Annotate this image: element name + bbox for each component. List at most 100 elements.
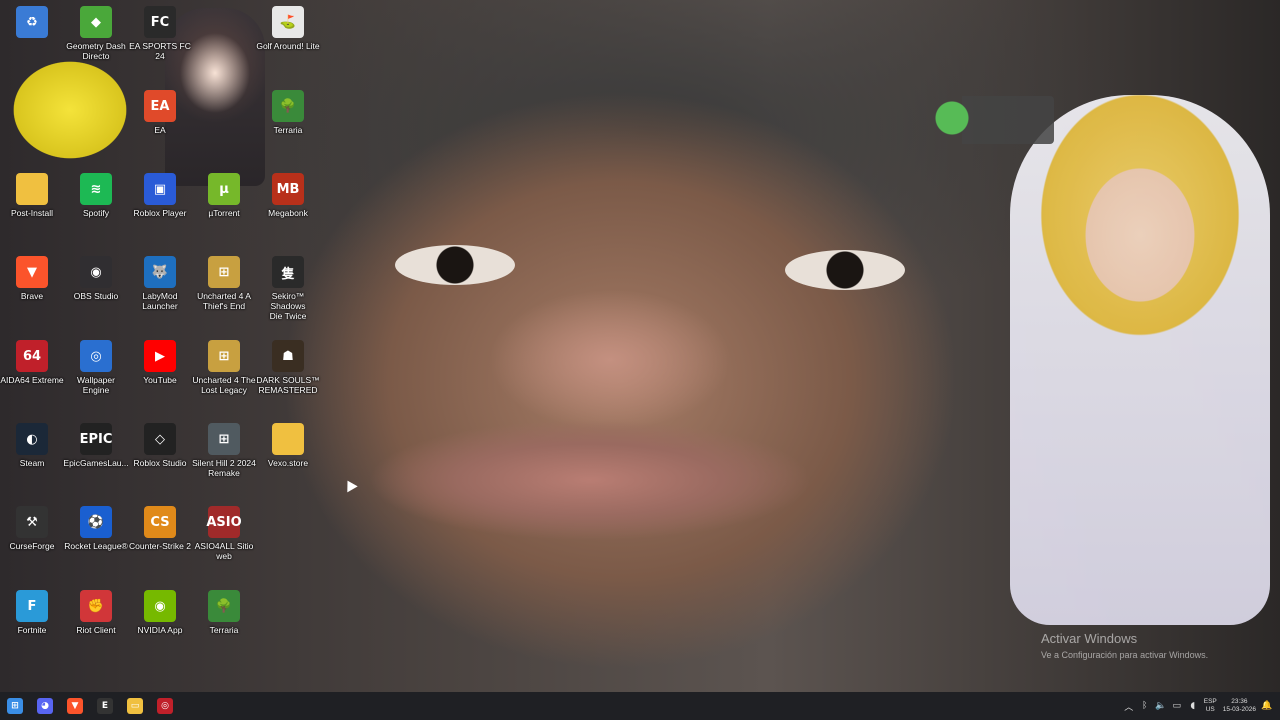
desktop-icon[interactable]: ⊞ Uncharted 4 A Thief's End <box>192 256 256 311</box>
uncharted-lost-legacy-icon: ⊞ <box>208 340 240 372</box>
ea-app-icon: EA <box>144 90 176 122</box>
desktop-icon[interactable]: ♻ <box>0 6 64 41</box>
brave-icon: ▼ <box>16 256 48 288</box>
chevron-up-icon[interactable]: ︿ <box>1124 701 1134 713</box>
desktop-icon-label: Terraria <box>273 125 303 135</box>
epic-games-icon: EPIC <box>80 423 112 455</box>
desktop-icon-label: DARK SOULS™ REMASTERED <box>256 375 320 395</box>
desktop-icon[interactable]: ◐ Steam <box>0 423 64 468</box>
nvidia-app-icon: ◉ <box>144 590 176 622</box>
desktop-icon[interactable]: 🐺 LabyMod Launcher <box>128 256 192 311</box>
desktop-icon[interactable]: ≋ Spotify <box>64 173 128 218</box>
desktop-icon-label: Riot Client <box>76 625 116 635</box>
taskbar-button[interactable]: ▭ <box>120 692 150 720</box>
taskbar-button[interactable]: ▼ <box>60 692 90 720</box>
desktop-icon[interactable]: Post-Install <box>0 173 64 218</box>
activation-title: Activar Windows <box>1041 631 1138 646</box>
desktop-icon-label: EA <box>154 125 166 135</box>
desktop-icon[interactable]: ✊ Riot Client <box>64 590 128 635</box>
desktop-icon-label: EpicGamesLau... <box>63 458 129 468</box>
clock[interactable]: 23:36 15-03-2026 <box>1223 698 1256 714</box>
wallpaper-eye-left <box>395 245 515 285</box>
desktop-icon[interactable]: 64 AIDA64 Extreme <box>0 340 64 385</box>
desktop-icon[interactable]: 隻 Sekiro™ Shadows Die Twice <box>256 256 320 321</box>
system-tray: ︿ ᛒ 🔈 ▭ ◖ ESP US 23:36 15-03-2026 🔔 <box>1124 692 1280 720</box>
epic-games-icon: E <box>97 698 113 714</box>
desktop-icon-label: Wallpaper Engine <box>77 375 115 395</box>
desktop-icon-label: Terraria <box>209 625 239 635</box>
desktop-icon[interactable]: ⛳ Golf Around! Lite <box>256 6 320 51</box>
desktop-icon-label: Post-Install <box>10 208 54 218</box>
language-indicator[interactable]: ESP US <box>1204 698 1217 714</box>
steam-icon: ◐ <box>16 423 48 455</box>
desktop-icon[interactable]: ◉ OBS Studio <box>64 256 128 301</box>
desktop-icon[interactable]: µ µTorrent <box>192 173 256 218</box>
windows-activation-watermark: Activar Windows Ve a Configuración para … <box>1041 631 1208 660</box>
desktop-icon-label: Sekiro™ Shadows Die Twice <box>269 291 307 321</box>
recycle-bin-icon: ♻ <box>16 6 48 38</box>
taskbar-button[interactable]: ⊞ <box>0 692 30 720</box>
notification-icon[interactable]: 🔔 <box>1261 701 1272 711</box>
desktop-icon-label: Counter-Strike 2 <box>129 541 191 551</box>
desktop-icon[interactable]: ◉ NVIDIA App <box>128 590 192 635</box>
taskbar: ⊞ ◕ ▼ E ▭ ◎ ︿ ᛒ 🔈 ▭ ◖ ESP US 23:36 15-03-2026… <box>0 692 1280 720</box>
volume-icon[interactable]: ◖ <box>1188 701 1198 711</box>
utorrent-icon: µ <box>208 173 240 205</box>
desktop-icon[interactable]: ⊞ Uncharted 4 The Lost Legacy <box>192 340 256 395</box>
desktop-icon[interactable]: EA EA <box>128 90 192 135</box>
desktop-icon[interactable]: EPIC EpicGamesLau... <box>63 423 129 468</box>
sekiro-icon: 隻 <box>272 256 304 288</box>
desktop-icon[interactable]: ☗ DARK SOULS™ REMASTERED <box>256 340 320 395</box>
desktop-icon[interactable]: FC EA SPORTS FC 24 <box>128 6 192 61</box>
clock-time: 23:36 <box>1231 698 1248 705</box>
wallpaper-eye-right <box>785 250 905 290</box>
desktop-icon[interactable]: ⊞ Silent Hill 2 2024 Remake <box>192 423 256 478</box>
dark-souls-icon: ☗ <box>272 340 304 372</box>
youtube-icon: ▶ <box>144 340 176 372</box>
desktop-icon[interactable]: 🌳 Terraria <box>256 90 320 135</box>
rocket-league-icon: ⚽ <box>80 506 112 538</box>
desktop-icon[interactable]: CS Counter-Strike 2 <box>128 506 192 551</box>
desktop-icon[interactable]: F Fortnite <box>0 590 64 635</box>
desktop-icon-label: Vexo.store <box>267 458 309 468</box>
counter-strike-icon: CS <box>144 506 176 538</box>
anime-girl-sticker-right <box>1010 95 1270 625</box>
terraria-icon: 🌳 <box>208 590 240 622</box>
activation-subtitle: Ve a Configuración para activar Windows. <box>1041 650 1209 660</box>
speaker-icon[interactable]: 🔈 <box>1155 701 1166 711</box>
taskbar-button[interactable]: ◕ <box>30 692 60 720</box>
region-code: US <box>1205 706 1215 713</box>
desktop-icon-label: Steam <box>19 458 45 468</box>
bluetooth-icon[interactable]: ᛒ <box>1140 701 1150 711</box>
taskbar-button[interactable]: ◎ <box>150 692 180 720</box>
desktop-icon[interactable]: MB Megabonk <box>256 173 320 218</box>
golf-around-icon: ⛳ <box>272 6 304 38</box>
desktop-icon[interactable]: ◎ Wallpaper Engine <box>64 340 128 395</box>
desktop-icon-label: Fortnite <box>17 625 47 635</box>
desktop-icon[interactable]: ▶ YouTube <box>128 340 192 385</box>
desktop-icon[interactable]: ▼ Brave <box>0 256 64 301</box>
spotify-icon: ≋ <box>80 173 112 205</box>
desktop-icon-label: AIDA64 Extreme <box>0 375 64 385</box>
labymod-icon: 🐺 <box>144 256 176 288</box>
desktop-icon[interactable]: ◇ Roblox Studio <box>128 423 192 468</box>
taskbar-button[interactable]: E <box>90 692 120 720</box>
desktop-icon[interactable]: ASIO ASIO4ALL Sitio web <box>192 506 256 561</box>
app-icon: ◎ <box>157 698 173 714</box>
desktop-icon[interactable]: ◆ Geometry Dash Directo <box>64 6 128 61</box>
network-icon[interactable]: ▭ <box>1172 701 1182 711</box>
desktop-icon[interactable]: Vexo.store <box>256 423 320 468</box>
folder-icon <box>16 173 48 205</box>
desktop-icon[interactable]: 🌳 Terraria <box>192 590 256 635</box>
desktop-icon-label: ASIO4ALL Sitio web <box>194 541 254 561</box>
desktop-icon[interactable]: ▣ Roblox Player <box>128 173 192 218</box>
wallpaper-engine-icon: ◎ <box>80 340 112 372</box>
ea-sports-fc-icon: FC <box>144 6 176 38</box>
desktop-icon-label: Geometry Dash Directo <box>66 41 126 61</box>
desktop-icon[interactable]: ⚒ CurseForge <box>0 506 64 551</box>
desktop-icon-label: OBS Studio <box>73 291 119 301</box>
riot-client-icon: ✊ <box>80 590 112 622</box>
desktop-icon[interactable]: ⚽ Rocket League® <box>64 506 128 551</box>
uncharted-4-icon: ⊞ <box>208 256 240 288</box>
desktop-icon-label: µTorrent <box>208 208 240 218</box>
